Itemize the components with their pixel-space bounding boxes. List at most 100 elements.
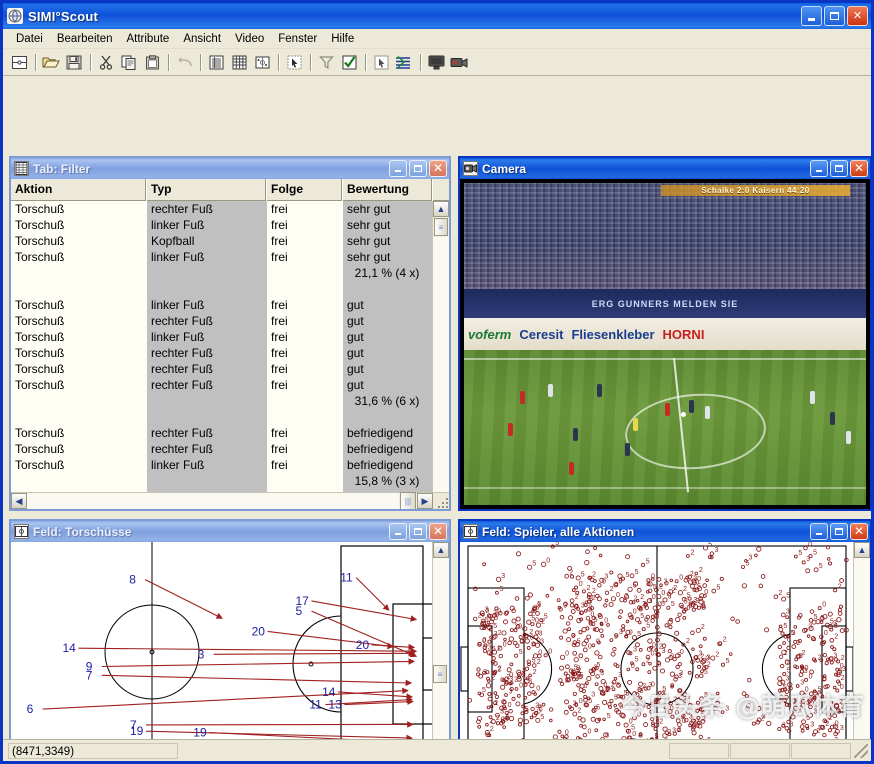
table-grid-icon[interactable] bbox=[228, 51, 250, 73]
column-header-aktion[interactable]: Aktion bbox=[11, 179, 147, 201]
shots-minimize-button[interactable] bbox=[389, 523, 407, 540]
menu-item-datei[interactable]: Datei bbox=[9, 31, 50, 47]
players-vertical-scrollbar[interactable]: ▲ ▼ bbox=[853, 542, 870, 739]
window-resize-grip[interactable] bbox=[854, 743, 868, 758]
scroll-track-vertical[interactable] bbox=[433, 237, 449, 493]
table-row[interactable] bbox=[11, 281, 433, 297]
table-summary-row[interactable]: 31,6 % (6 x) bbox=[11, 393, 433, 409]
action-marker-label: 5 bbox=[708, 542, 712, 548]
filter-close-button[interactable]: ✕ bbox=[429, 160, 447, 177]
window-camera[interactable]: Camera ✕ Schalke 2:0 Kaisern 44:20 ERG G… bbox=[458, 156, 871, 511]
filter-funnel-icon[interactable] bbox=[315, 51, 337, 73]
camera-minimize-button[interactable] bbox=[810, 160, 828, 177]
table-row[interactable]: Torschuß rechter Fuß frei gut bbox=[11, 313, 433, 329]
action-marker-label: 0 bbox=[680, 649, 684, 656]
column-header-folge[interactable]: Folge bbox=[267, 179, 343, 201]
field-chart-icon[interactable] bbox=[251, 51, 273, 73]
table-row[interactable]: Torschuß rechter Fuß frei gut bbox=[11, 377, 433, 393]
players-maximize-button[interactable] bbox=[830, 523, 848, 540]
video-camera-icon[interactable] bbox=[448, 51, 470, 73]
action-marker-label: 2 bbox=[673, 585, 677, 592]
table-row[interactable] bbox=[11, 409, 433, 425]
action-marker-label: 5 bbox=[796, 710, 800, 717]
table-row[interactable]: Torschuß linker Fuß frei befriedigend bbox=[11, 457, 433, 473]
checkmark-icon[interactable] bbox=[338, 51, 360, 73]
sort-lines-icon[interactable] bbox=[393, 51, 415, 73]
table-row[interactable]: Torschuß linker Fuß frei gut bbox=[11, 329, 433, 345]
table-row[interactable]: Torschuß rechter Fuß frei sehr gut bbox=[11, 201, 433, 217]
video-frame[interactable]: Schalke 2:0 Kaisern 44:20 ERG GUNNERS ME… bbox=[464, 183, 866, 505]
shots-scroll-track-vertical[interactable] bbox=[433, 558, 449, 739]
cell-bewertung: gut bbox=[343, 361, 433, 377]
camera-close-button[interactable]: ✕ bbox=[850, 160, 868, 177]
scroll-thumb-vertical[interactable]: ≡ bbox=[434, 218, 448, 236]
player-marker bbox=[596, 384, 602, 398]
players-scroll-up-arrow[interactable]: ▲ bbox=[854, 542, 870, 558]
shots-scroll-thumb-vertical[interactable]: ≡ bbox=[433, 665, 447, 683]
shots-scroll-up-arrow[interactable]: ▲ bbox=[433, 542, 449, 558]
table-row[interactable]: Torschuß rechter Fuß frei befriedigend bbox=[11, 425, 433, 441]
action-marker-label: 5 bbox=[581, 571, 585, 578]
menu-item-hilfe[interactable]: Hilfe bbox=[324, 31, 361, 47]
select-region-icon[interactable] bbox=[370, 51, 392, 73]
table-row[interactable]: Torschuß rechter Fuß frei gut bbox=[11, 361, 433, 377]
undo-arrow-icon[interactable] bbox=[173, 51, 195, 73]
maximize-button[interactable] bbox=[824, 6, 845, 26]
shots-close-button[interactable]: ✕ bbox=[429, 523, 447, 540]
players-close-button[interactable]: ✕ bbox=[850, 523, 868, 540]
filter-minimize-button[interactable] bbox=[389, 160, 407, 177]
new-document-icon[interactable] bbox=[8, 51, 30, 73]
scroll-thumb-horizontal[interactable]: ||| bbox=[400, 492, 416, 509]
action-marker-label: 3 bbox=[604, 574, 608, 581]
player-actions-canvas[interactable]: 3003332222055023222205355232532525035333… bbox=[460, 542, 854, 739]
shots-vertical-scrollbar[interactable]: ▲ ≡ ▼ bbox=[432, 542, 449, 739]
menu-item-ansicht[interactable]: Ansicht bbox=[176, 31, 228, 47]
action-marker-label: 2 bbox=[825, 721, 829, 728]
cell-typ: linker Fuß bbox=[147, 297, 267, 313]
menu-item-bearbeiten[interactable]: Bearbeiten bbox=[50, 31, 120, 47]
players-scroll-track-vertical[interactable] bbox=[854, 558, 870, 739]
scoreboard-overlay: Schalke 2:0 Kaisern 44:20 bbox=[660, 185, 850, 196]
monitor-icon[interactable] bbox=[425, 51, 447, 73]
column-header-typ[interactable]: Typ bbox=[147, 179, 267, 201]
table-vertical-scrollbar[interactable]: ▲ ≡ ▼ bbox=[432, 201, 449, 509]
open-folder-icon[interactable] bbox=[40, 51, 62, 73]
table-row[interactable]: Torschuß rechter Fuß frei gut bbox=[11, 345, 433, 361]
table-horizontal-scrollbar[interactable]: ◀ ||| ▶ bbox=[11, 492, 449, 509]
list-view-icon[interactable] bbox=[205, 51, 227, 73]
column-header-bewertung[interactable]: Bewertung bbox=[343, 179, 433, 201]
resize-grip[interactable] bbox=[433, 493, 449, 509]
players-minimize-button[interactable] bbox=[810, 523, 828, 540]
shots-maximize-button[interactable] bbox=[409, 523, 427, 540]
copy-icon[interactable] bbox=[118, 51, 140, 73]
table-row[interactable]: Torschuß Kopfball frei sehr gut bbox=[11, 233, 433, 249]
scroll-right-arrow[interactable]: ▶ bbox=[417, 493, 433, 509]
table-row[interactable]: Torschuß rechter Fuß frei befriedigend bbox=[11, 441, 433, 457]
scroll-up-arrow[interactable]: ▲ bbox=[433, 201, 449, 217]
scroll-left-arrow[interactable]: ◀ bbox=[11, 493, 27, 509]
menu-item-fenster[interactable]: Fenster bbox=[271, 31, 324, 47]
menu-item-video[interactable]: Video bbox=[228, 31, 271, 47]
table-row[interactable]: Torschuß linker Fuß frei sehr gut bbox=[11, 249, 433, 265]
cut-scissors-icon[interactable] bbox=[95, 51, 117, 73]
save-disk-icon[interactable] bbox=[63, 51, 85, 73]
table-row[interactable]: Torschuß linker Fuß frei sehr gut bbox=[11, 217, 433, 233]
filter-maximize-button[interactable] bbox=[409, 160, 427, 177]
table-summary-row[interactable]: 15,8 % (3 x) bbox=[11, 473, 433, 489]
window-field-players[interactable]: Feld: Spieler, alle Aktionen ✕ 0 0 3 3 3… bbox=[458, 519, 871, 739]
action-marker-label: 0 bbox=[670, 653, 674, 660]
shot-map-canvas[interactable]: 81117520201439761411137191910 bbox=[11, 542, 433, 739]
paste-clipboard-icon[interactable] bbox=[141, 51, 163, 73]
minimize-button[interactable] bbox=[801, 6, 822, 26]
window-filter-table[interactable]: Tab: Filter ✕ Aktion Typ Folge Bewertung bbox=[9, 156, 451, 511]
cell-folge: frei bbox=[271, 218, 288, 232]
action-marker-label: 0 bbox=[503, 642, 507, 649]
menu-item-attribute[interactable]: Attribute bbox=[119, 31, 176, 47]
scroll-track-horizontal[interactable] bbox=[27, 493, 399, 509]
camera-maximize-button[interactable] bbox=[830, 160, 848, 177]
pointer-select-icon[interactable] bbox=[283, 51, 305, 73]
window-field-shots[interactable]: Feld: Torschüsse ✕ 8 11 17 5 20 20 14 3 … bbox=[9, 519, 451, 739]
table-summary-row[interactable]: 21,1 % (4 x) bbox=[11, 265, 433, 281]
table-row[interactable]: Torschuß linker Fuß frei gut bbox=[11, 297, 433, 313]
close-button[interactable]: ✕ bbox=[847, 6, 868, 26]
